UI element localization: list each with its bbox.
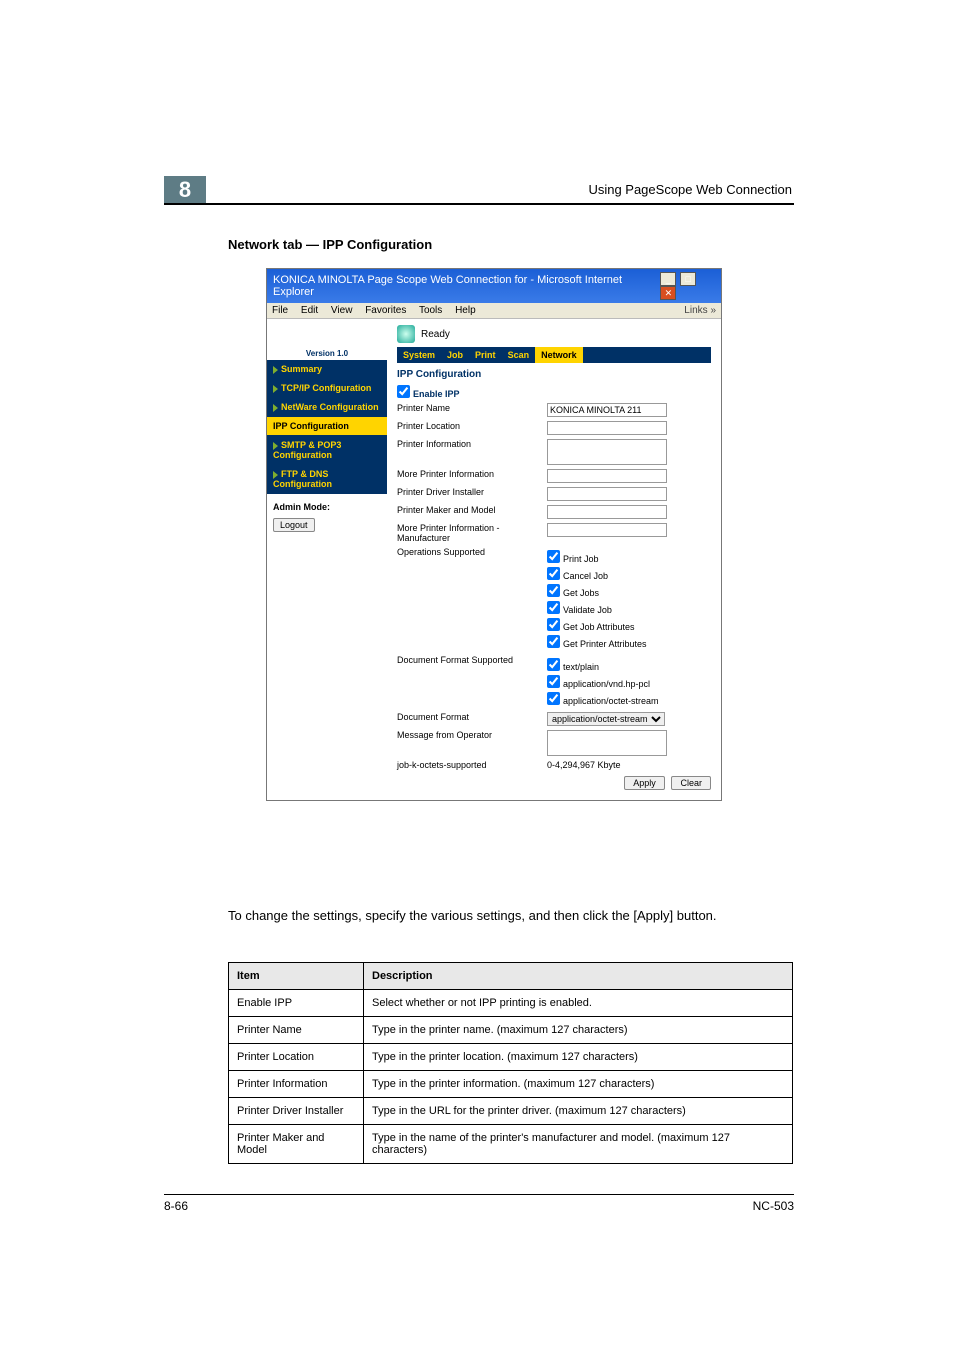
tabs: System Job Print Scan Network <box>397 347 711 363</box>
chapter-number: 8 <box>164 176 206 204</box>
maximize-icon[interactable]: □ <box>680 272 696 286</box>
enable-ipp-checkbox[interactable]: Enable IPP <box>397 384 460 399</box>
menu-favorites[interactable]: Favorites <box>365 305 406 316</box>
minimize-icon[interactable]: _ <box>660 272 676 286</box>
table-header-item: Item <box>229 963 364 990</box>
message-from-operator-label: Message from Operator <box>397 730 547 740</box>
logout-button[interactable]: Logout <box>273 518 315 532</box>
ie-menubar: File Edit View Favorites Tools Help Link… <box>267 303 721 319</box>
model-number: NC-503 <box>753 1199 794 1213</box>
message-from-operator-input[interactable] <box>547 730 667 756</box>
chapter-rule <box>164 203 794 205</box>
sidebar: Version 1.0 Summary TCP/IP Configuration… <box>267 319 387 800</box>
op-print-job[interactable]: Print Job <box>547 549 647 564</box>
close-icon[interactable]: ✕ <box>660 286 676 300</box>
table-row: Printer Maker and ModelType in the name … <box>229 1125 793 1164</box>
admin-mode-label: Admin Mode: <box>273 502 381 512</box>
running-head: Using PageScope Web Connection <box>588 182 792 197</box>
printer-location-label: Printer Location <box>397 421 547 431</box>
op-cancel-job[interactable]: Cancel Job <box>547 566 647 581</box>
table-row: Printer LocationType in the printer loca… <box>229 1044 793 1071</box>
apply-button[interactable]: Apply <box>624 776 665 790</box>
printer-driver-installer-input[interactable] <box>547 487 667 501</box>
sidebar-item-netware[interactable]: NetWare Configuration <box>267 398 387 417</box>
menu-file[interactable]: File <box>272 305 288 316</box>
section-title: Network tab — IPP Configuration <box>228 237 432 252</box>
operations-supported-label: Operations Supported <box>397 547 547 557</box>
df-text-plain[interactable]: text/plain <box>547 657 659 672</box>
printer-location-input[interactable] <box>547 421 667 435</box>
table-row: Enable IPPSelect whether or not IPP prin… <box>229 990 793 1017</box>
clear-button[interactable]: Clear <box>671 776 711 790</box>
printer-information-label: Printer Information <box>397 439 547 449</box>
menu-help[interactable]: Help <box>455 305 476 316</box>
tab-print[interactable]: Print <box>469 347 502 363</box>
intro-text: To change the settings, specify the vari… <box>228 907 793 925</box>
job-k-octets-label: job-k-octets-supported <box>397 760 547 770</box>
table-row: Printer NameType in the printer name. (m… <box>229 1017 793 1044</box>
sidebar-item-smtp[interactable]: SMTP & POP3 Configuration <box>267 436 387 465</box>
links-label[interactable]: Links <box>684 305 707 316</box>
df-vnd-hp-pcl[interactable]: application/vnd.hp-pcl <box>547 674 659 689</box>
op-get-job-attr[interactable]: Get Job Attributes <box>547 617 647 632</box>
printer-maker-model-label: Printer Maker and Model <box>397 505 547 515</box>
more-printer-info-input[interactable] <box>547 469 667 483</box>
param-table: Item Description Enable IPPSelect whethe… <box>228 962 793 1164</box>
menu-tools[interactable]: Tools <box>419 305 442 316</box>
table-row: Printer Driver InstallerType in the URL … <box>229 1098 793 1125</box>
printer-name-label: Printer Name <box>397 403 547 413</box>
more-printer-info-manuf-label: More Printer Information - Manufacturer <box>397 523 547 543</box>
job-k-octets-value: 0-4,294,967 Kbyte <box>547 760 621 770</box>
printer-driver-installer-label: Printer Driver Installer <box>397 487 547 497</box>
tab-job[interactable]: Job <box>441 347 469 363</box>
status-text: Ready <box>421 329 450 340</box>
version-label: Version 1.0 <box>267 347 387 360</box>
printer-status-icon <box>397 325 415 343</box>
document-format-select[interactable]: application/octet-stream <box>547 712 665 726</box>
sidebar-item-ftpdns[interactable]: FTP & DNS Configuration <box>267 465 387 494</box>
page-number: 8-66 <box>164 1199 188 1213</box>
more-printer-info-manuf-input[interactable] <box>547 523 667 537</box>
document-format-supported-label: Document Format Supported <box>397 655 547 665</box>
more-printer-info-label: More Printer Information <box>397 469 547 479</box>
tab-network[interactable]: Network <box>535 347 583 363</box>
op-get-printer-attr[interactable]: Get Printer Attributes <box>547 634 647 649</box>
window-buttons: _ □ ✕ <box>659 272 715 300</box>
window-titlebar: KONICA MINOLTA Page Scope Web Connection… <box>267 269 721 303</box>
sidebar-item-ipp[interactable]: IPP Configuration <box>267 417 387 436</box>
printer-name-input[interactable] <box>547 403 667 417</box>
menu-view[interactable]: View <box>331 305 353 316</box>
sidebar-item-tcpip[interactable]: TCP/IP Configuration <box>267 379 387 398</box>
sidebar-item-summary[interactable]: Summary <box>267 360 387 379</box>
browser-window: KONICA MINOLTA Page Scope Web Connection… <box>266 268 722 801</box>
form-title: IPP Configuration <box>397 369 711 380</box>
printer-maker-model-input[interactable] <box>547 505 667 519</box>
df-octet-stream[interactable]: application/octet-stream <box>547 691 659 706</box>
window-title: KONICA MINOLTA Page Scope Web Connection… <box>273 274 659 298</box>
table-header-description: Description <box>364 963 793 990</box>
op-validate-job[interactable]: Validate Job <box>547 600 647 615</box>
tab-system[interactable]: System <box>397 347 441 363</box>
document-format-label: Document Format <box>397 712 547 722</box>
content-pane: Ready System Job Print Scan Network IPP … <box>387 319 721 800</box>
page-footer: 8-66 NC-503 <box>164 1194 794 1213</box>
tab-scan[interactable]: Scan <box>502 347 536 363</box>
menu-edit[interactable]: Edit <box>301 305 318 316</box>
table-row: Printer InformationType in the printer i… <box>229 1071 793 1098</box>
admin-block: Admin Mode: Logout <box>267 494 387 800</box>
op-get-jobs[interactable]: Get Jobs <box>547 583 647 598</box>
printer-information-input[interactable] <box>547 439 667 465</box>
status-row: Ready <box>397 325 711 343</box>
